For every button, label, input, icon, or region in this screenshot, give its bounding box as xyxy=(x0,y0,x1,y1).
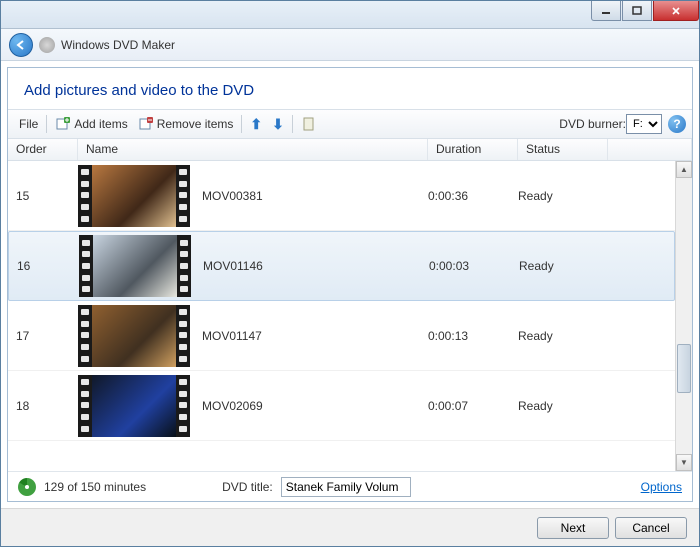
column-duration[interactable]: Duration xyxy=(428,139,518,160)
list-item[interactable]: 18 MOV02069 0:00:07Ready xyxy=(8,371,675,441)
vertical-scrollbar[interactable]: ▲ ▼ xyxy=(675,161,692,471)
dvd-burner-label: DVD burner: xyxy=(559,117,626,131)
item-duration: 0:00:07 xyxy=(428,399,518,413)
nav-header: Windows DVD Maker xyxy=(1,29,699,61)
separator xyxy=(46,115,47,133)
column-status[interactable]: Status xyxy=(518,139,608,160)
item-duration: 0:00:13 xyxy=(428,329,518,343)
remove-items-button[interactable]: Remove items xyxy=(133,113,239,135)
help-icon[interactable]: ? xyxy=(668,115,686,133)
item-status: Ready xyxy=(518,189,608,203)
button-bar: Next Cancel xyxy=(1,508,699,546)
content-panel: Add pictures and video to the DVD File A… xyxy=(7,67,693,502)
scroll-thumb[interactable] xyxy=(677,344,691,394)
minimize-button[interactable] xyxy=(591,1,621,21)
video-thumbnail xyxy=(78,375,190,437)
move-up-button[interactable]: ⬆ xyxy=(245,113,267,136)
list-item[interactable]: 17 MOV01147 0:00:13Ready xyxy=(8,301,675,371)
options-link[interactable]: Options xyxy=(641,480,682,494)
separator xyxy=(241,115,242,133)
file-menu-label: File xyxy=(19,117,38,131)
cancel-button[interactable]: Cancel xyxy=(615,517,687,539)
properties-button[interactable] xyxy=(296,113,322,135)
minutes-text: 129 of 150 minutes xyxy=(44,480,146,494)
remove-icon xyxy=(138,116,154,132)
item-order: 16 xyxy=(9,259,79,273)
close-button[interactable] xyxy=(653,1,699,21)
column-order[interactable]: Order xyxy=(8,139,78,160)
item-order: 17 xyxy=(8,329,78,343)
back-button[interactable] xyxy=(9,33,33,57)
column-spacer xyxy=(608,139,692,160)
item-list: Order Name Duration Status 15 MOV00381 0:0… xyxy=(8,139,692,471)
item-status: Ready xyxy=(519,259,609,273)
app-icon xyxy=(39,37,55,53)
file-menu[interactable]: File xyxy=(14,114,43,134)
video-thumbnail xyxy=(78,165,190,227)
item-status: Ready xyxy=(518,329,608,343)
item-order: 18 xyxy=(8,399,78,413)
video-thumbnail xyxy=(78,305,190,367)
arrow-down-icon: ⬇ xyxy=(272,116,284,133)
list-header: Order Name Duration Status xyxy=(8,139,692,161)
item-status: Ready xyxy=(518,399,608,413)
toolbar: File Add items Remove items ⬆ ⬇ DVD burn… xyxy=(8,109,692,139)
dvd-title-input[interactable] xyxy=(281,477,411,497)
list-body: 15MOV003810:00:36Ready16MOV011460:00:03R… xyxy=(8,161,692,471)
item-name: MOV01146 xyxy=(203,259,263,273)
column-name[interactable]: Name xyxy=(78,139,428,160)
item-name: MOV01147 xyxy=(202,329,262,343)
item-name: MOV02069 xyxy=(202,399,263,413)
add-items-label: Add items xyxy=(74,117,127,131)
list-item[interactable]: 16 MOV01146 0:00:03Ready xyxy=(8,231,675,301)
scroll-track[interactable] xyxy=(676,178,692,454)
scroll-up-button[interactable]: ▲ xyxy=(676,161,692,178)
window-titlebar xyxy=(1,1,699,29)
item-duration: 0:00:03 xyxy=(429,259,519,273)
dvd-burner-select[interactable]: F: xyxy=(626,114,662,134)
status-footer: 129 of 150 minutes DVD title: Options xyxy=(8,471,692,501)
arrow-up-icon: ⬆ xyxy=(250,116,262,133)
app-title: Windows DVD Maker xyxy=(61,38,175,52)
list-item[interactable]: 15 MOV00381 0:00:36Ready xyxy=(8,161,675,231)
item-duration: 0:00:36 xyxy=(428,189,518,203)
add-icon xyxy=(55,116,71,132)
item-name: MOV00381 xyxy=(202,189,263,203)
maximize-button[interactable] xyxy=(622,1,652,21)
next-button[interactable]: Next xyxy=(537,517,609,539)
move-down-button[interactable]: ⬇ xyxy=(267,113,289,136)
add-items-button[interactable]: Add items xyxy=(50,113,132,135)
scroll-down-button[interactable]: ▼ xyxy=(676,454,692,471)
item-order: 15 xyxy=(8,189,78,203)
remove-items-label: Remove items xyxy=(157,117,234,131)
page-heading: Add pictures and video to the DVD xyxy=(8,68,692,109)
dvd-title-label: DVD title: xyxy=(222,480,273,494)
disc-usage-icon xyxy=(18,478,36,496)
separator xyxy=(292,115,293,133)
video-thumbnail xyxy=(79,235,191,297)
properties-icon xyxy=(301,116,317,132)
